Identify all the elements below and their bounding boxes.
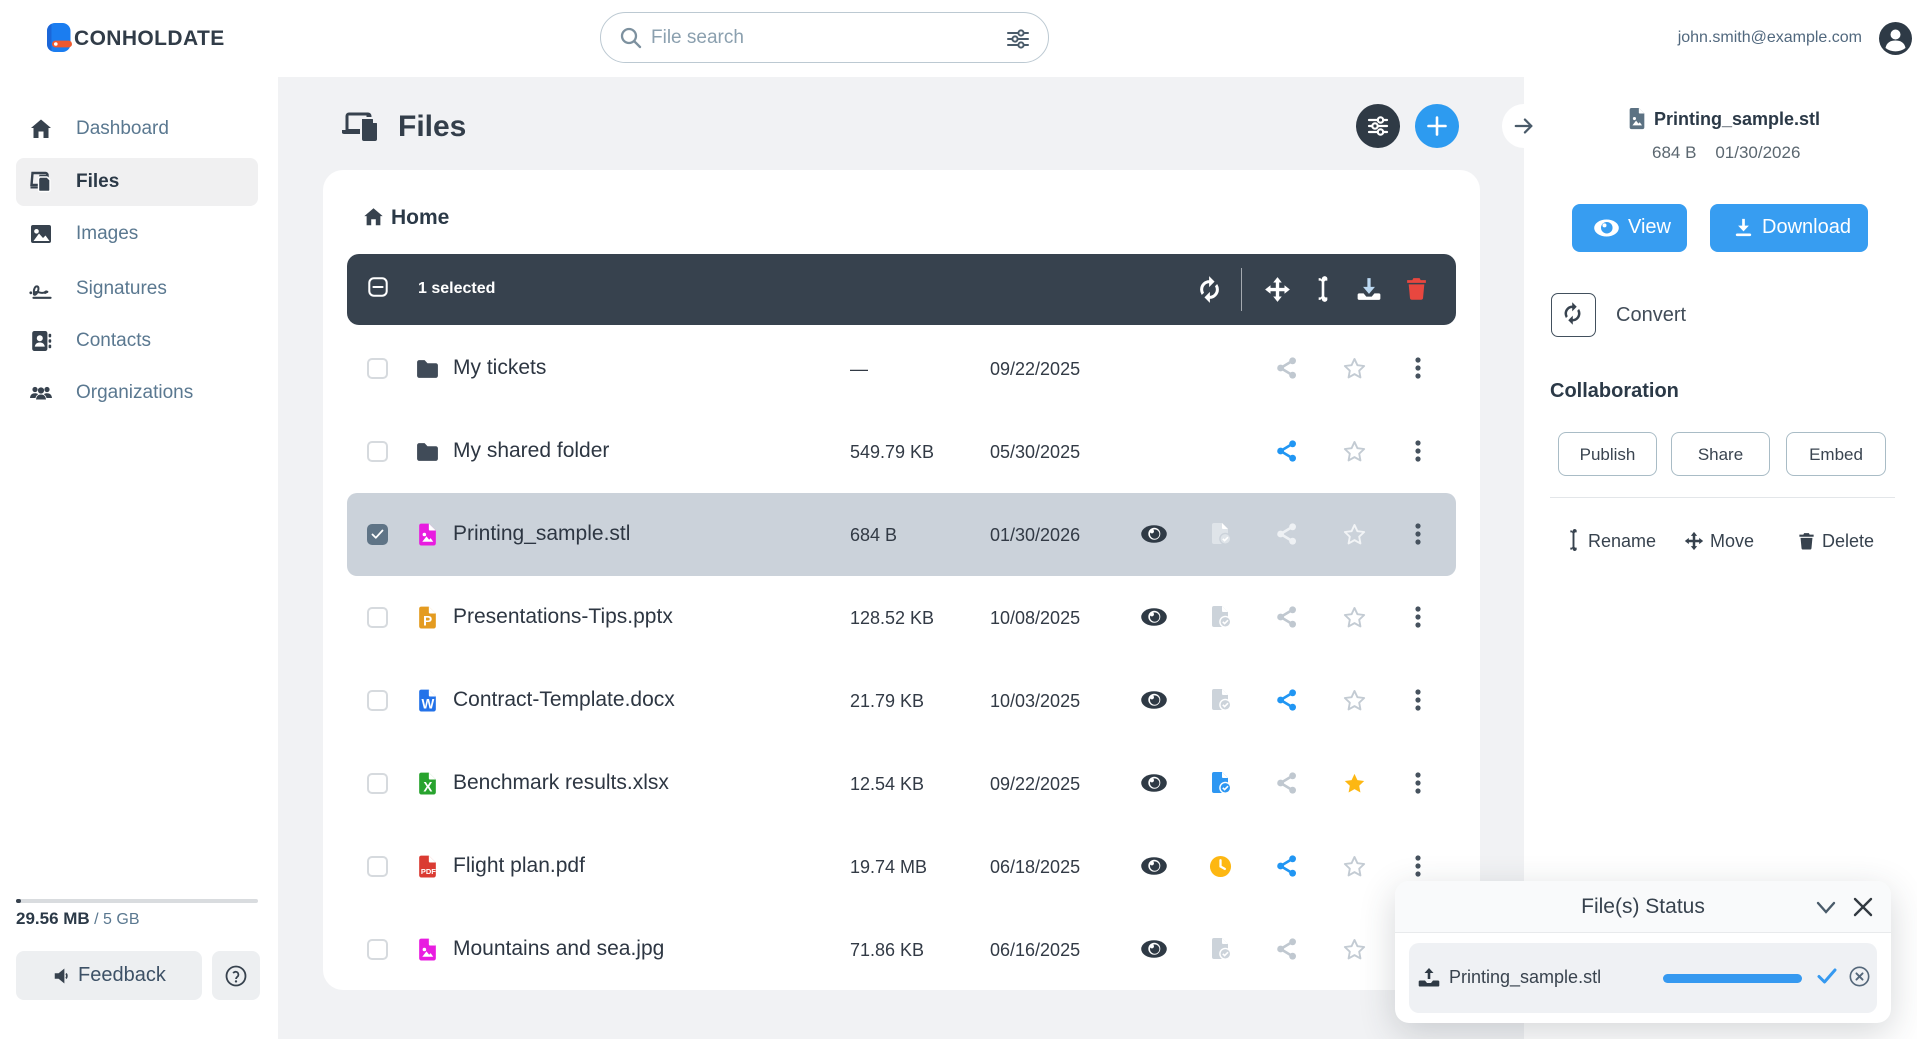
- svg-text:X: X: [423, 779, 432, 794]
- svg-text:W: W: [421, 696, 434, 711]
- svg-text:PDF: PDF: [421, 867, 436, 876]
- svg-text:P: P: [423, 613, 432, 628]
